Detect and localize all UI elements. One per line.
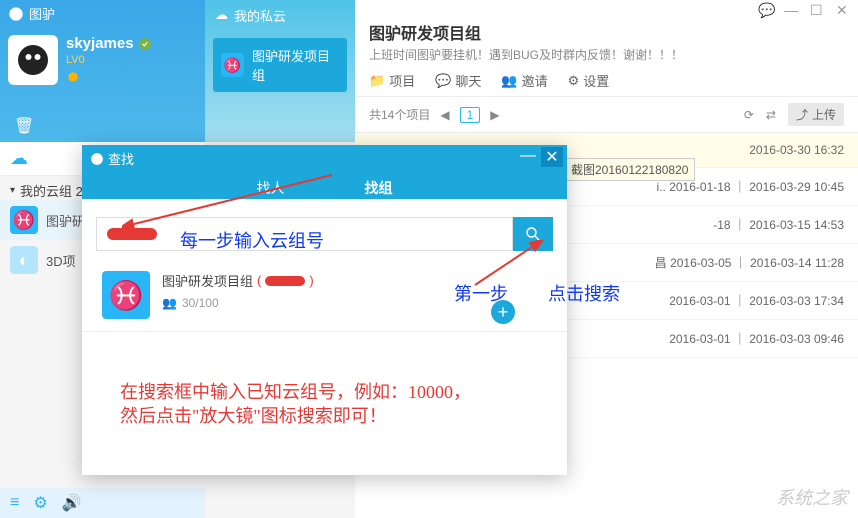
refresh-icon[interactable]: ⟳ [744,108,754,122]
sound-icon[interactable]: 🔊 [62,493,82,513]
sidebar-item-label: 3D项 [46,251,76,270]
screenshot-tooltip: 截图20160122180820 [564,158,695,181]
app-header: 图驴 [0,0,205,27]
tab-find-group[interactable]: 找组 [365,178,393,207]
minimize-icon[interactable]: — [784,2,798,18]
verified-icon [138,37,152,51]
username: skyjames [66,35,152,52]
upload-button[interactable]: ⤴ 上传 [788,103,844,126]
tab-find-person[interactable]: 找人 [257,178,285,207]
private-cloud-item[interactable]: ♓ 图驴研发项目组 [213,38,347,92]
bottom-bar: ≡ ⚙ 🔊 [0,488,205,518]
pager-next[interactable]: ▶ [490,108,499,122]
page-title: 图驴研发项目组 [355,20,858,44]
close-icon[interactable]: ✕ [836,2,850,19]
gear-icon[interactable]: ⚙ [33,493,47,513]
user-area: skyjames LV0 [0,27,205,97]
medal-icon [66,70,80,84]
tab-invite[interactable]: 👥 邀请 [501,71,547,90]
pager-current[interactable]: 1 [460,107,481,123]
menu-icon[interactable]: ≡ [10,494,19,512]
tab-project[interactable]: 📁 项目 [369,71,415,90]
group-icon: ♓ [221,53,244,77]
page-subtitle: 上班时间图驴要挂机！遇到BUG及时群内反馈！谢谢！！！ [355,44,858,65]
cloud-icon: ☁ [215,7,228,23]
group-icon: ♓ [10,206,38,234]
add-button[interactable]: + [491,300,515,324]
app-name: 图驴 [29,4,55,23]
dialog-title: 查找 [82,145,567,172]
private-cloud-header: ☁ 我的私云 [205,0,355,30]
user-level: LV0 [66,54,152,66]
pager-prev[interactable]: ◀ [440,108,449,122]
tab-chat[interactable]: 💬 聊天 [435,71,481,90]
watermark: 系统之家 [776,484,848,510]
search-input[interactable] [96,217,513,251]
cloud-icon[interactable]: ☁ [10,148,28,169]
group-icon: ◐ [10,246,38,274]
result-group-icon: ♓ [102,271,150,319]
maximize-icon[interactable]: ☐ [810,2,824,19]
app-logo-icon [8,6,24,22]
sidebar-item-label: 图驴研 [46,211,85,230]
item-count: 共14个项目 [369,106,430,123]
app-logo-icon [90,152,104,166]
dialog-minimize[interactable]: — [517,147,539,167]
search-button[interactable] [513,217,553,251]
chat-icon[interactable]: 💬 [758,2,772,19]
people-icon: 👥 [162,296,177,310]
redacted-id [265,276,305,286]
expand-icon: ▾ [10,185,15,196]
search-icon [524,225,542,243]
dialog-close[interactable]: ✕ [541,147,563,167]
avatar[interactable] [8,35,58,85]
trash-icon[interactable]: 🗑 [14,116,34,136]
result-name: 图驴研发项目组 () [162,271,314,290]
tab-settings[interactable]: ⚙ 设置 [568,71,610,90]
result-members: 👥 30/100 [162,296,314,310]
redacted-input [107,228,157,240]
avatar-cow-icon [15,42,51,78]
transfer-icon[interactable]: ⇄ [766,108,776,122]
window-controls: 💬 — ☐ ✕ [355,0,858,20]
